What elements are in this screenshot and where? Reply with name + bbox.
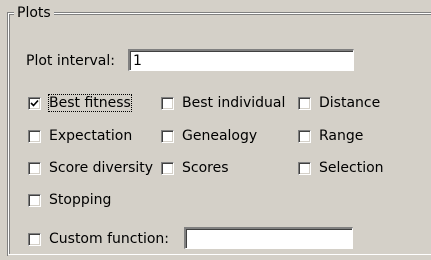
checkbox-box[interactable] [161, 161, 174, 175]
checkbox-box[interactable] [161, 129, 174, 143]
expectation-checkbox[interactable]: Expectation [28, 127, 133, 145]
checkbox-label: Best individual [182, 95, 286, 111]
range-checkbox[interactable]: Range [298, 127, 364, 145]
checkbox-label: Best fitness [48, 94, 132, 112]
plots-panel: Plots Plot interval: Best fitness Best i… [0, 0, 431, 260]
distance-checkbox[interactable]: Distance [298, 94, 381, 112]
checkbox-box[interactable] [161, 96, 174, 110]
checkbox-box[interactable] [28, 193, 41, 207]
checkbox-label: Selection [319, 160, 384, 176]
scores-checkbox[interactable]: Scores [161, 159, 230, 177]
best-individual-checkbox[interactable]: Best individual [161, 94, 286, 112]
plots-group-title: Plots [14, 5, 54, 21]
checkbox-box[interactable] [28, 161, 41, 175]
genealogy-checkbox[interactable]: Genealogy [161, 127, 258, 145]
checkbox-box[interactable] [28, 96, 41, 110]
checkbox-box[interactable] [28, 129, 41, 143]
checkbox-label: Stopping [49, 192, 112, 208]
checkbox-label: Expectation [49, 128, 133, 144]
plot-interval-input[interactable] [128, 49, 354, 71]
stopping-checkbox[interactable]: Stopping [28, 191, 112, 209]
custom-function-input[interactable] [184, 227, 353, 249]
plot-interval-label: Plot interval: [26, 53, 115, 69]
checkbox-label: Custom function: [49, 231, 169, 247]
score-diversity-checkbox[interactable]: Score diversity [28, 159, 154, 177]
checkbox-label: Distance [319, 95, 381, 111]
checkmark-icon [30, 99, 39, 107]
checkbox-label: Genealogy [182, 128, 258, 144]
checkbox-box[interactable] [298, 161, 311, 175]
checkbox-box[interactable] [28, 232, 41, 246]
selection-checkbox[interactable]: Selection [298, 159, 385, 177]
checkbox-box[interactable] [298, 129, 311, 143]
checkbox-label: Range [319, 128, 364, 144]
custom-function-checkbox[interactable]: Custom function: [28, 230, 170, 248]
checkbox-box[interactable] [298, 96, 311, 110]
best-fitness-checkbox[interactable]: Best fitness [28, 94, 132, 112]
checkbox-label: Scores [182, 160, 229, 176]
checkbox-label: Score diversity [49, 160, 154, 176]
